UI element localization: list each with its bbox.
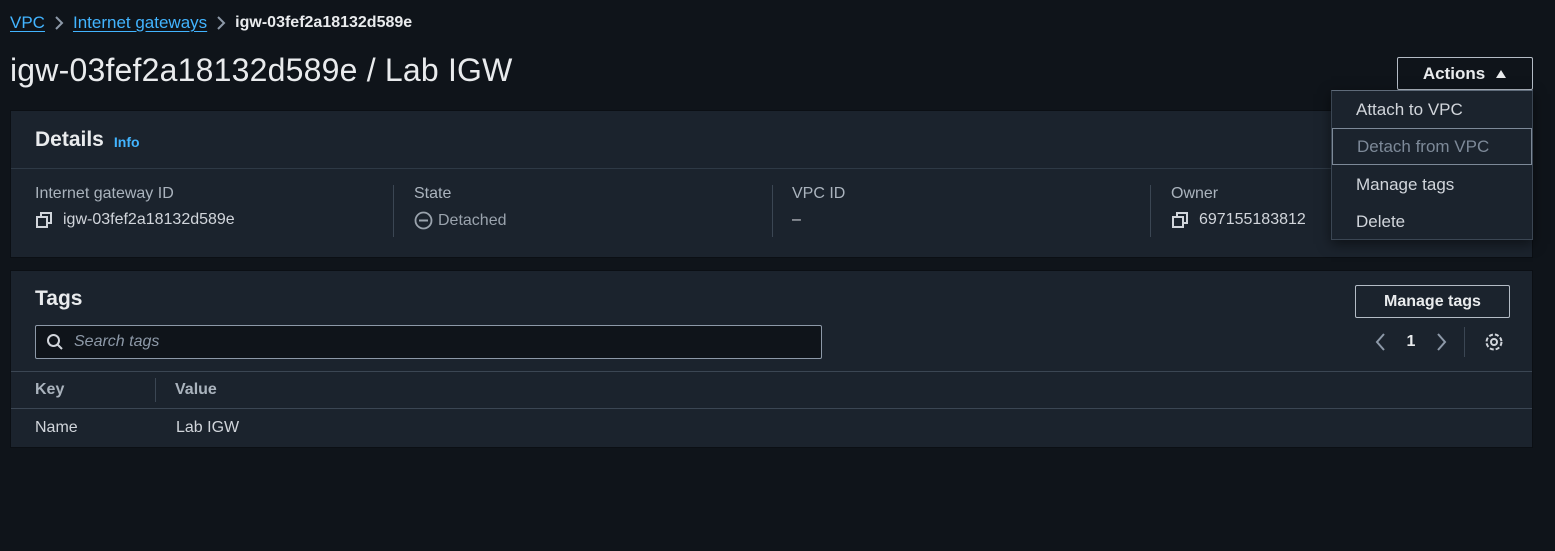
detail-divider — [772, 185, 773, 237]
detail-value: 697155183812 — [1171, 211, 1306, 229]
details-title: Details — [35, 127, 104, 151]
tags-panel: Tags Manage tags 1 Key Value Name Lab IG… — [10, 270, 1533, 448]
breadcrumb: VPC Internet gateways igw-03fef2a18132d5… — [10, 12, 412, 34]
actions-dropdown-menu: Attach to VPC Detach from VPC Manage tag… — [1331, 90, 1533, 240]
column-header-value[interactable]: Value — [156, 381, 217, 399]
table-header: Key Value — [11, 371, 1532, 409]
tags-title: Tags — [35, 287, 83, 310]
detail-value: – — [792, 211, 845, 229]
details-header: Details Info — [11, 111, 1532, 169]
owner-value: 697155183812 — [1199, 211, 1306, 228]
breadcrumb-vpc-link[interactable]: VPC — [10, 13, 45, 33]
actions-button[interactable]: Actions — [1397, 57, 1533, 90]
info-link[interactable]: Info — [114, 134, 140, 150]
tag-key: Name — [35, 419, 78, 436]
detail-value: Detached — [414, 211, 507, 230]
detail-label: Owner — [1171, 185, 1219, 202]
vpc-id-value: – — [792, 211, 801, 228]
menu-item-manage-tags[interactable]: Manage tags — [1332, 166, 1532, 203]
detail-divider — [393, 185, 394, 237]
search-tags-input[interactable] — [74, 333, 821, 351]
chevron-left-icon[interactable] — [1366, 327, 1394, 357]
chevron-right-icon — [207, 12, 235, 34]
details-panel: Details Info Internet gateway ID igw-03f… — [10, 110, 1533, 258]
search-icon — [47, 334, 63, 350]
pager-divider — [1464, 327, 1465, 357]
detail-state: State Detached — [414, 185, 507, 237]
details-grid: Internet gateway ID igw-03fef2a18132d589… — [11, 169, 1532, 258]
detail-vpc-id: VPC ID – — [792, 185, 845, 237]
caret-up-icon — [1495, 64, 1507, 84]
state-value: Detached — [438, 211, 507, 229]
gear-icon[interactable] — [1481, 329, 1507, 355]
chevron-right-icon[interactable] — [1428, 327, 1456, 357]
menu-item-delete[interactable]: Delete — [1332, 203, 1532, 240]
menu-item-detach-from-vpc: Detach from VPC — [1332, 128, 1532, 165]
actions-button-label: Actions — [1422, 63, 1486, 83]
copy-icon[interactable] — [35, 211, 53, 229]
manage-tags-button[interactable]: Manage tags — [1355, 285, 1510, 318]
detail-owner: Owner 697155183812 — [1171, 185, 1306, 237]
detail-label: Internet gateway ID — [35, 185, 174, 202]
breadcrumb-internet-gateways-link[interactable]: Internet gateways — [73, 13, 207, 33]
page-number[interactable]: 1 — [1394, 333, 1428, 351]
page-title: igw-03fef2a18132d589e / Lab IGW — [10, 52, 513, 88]
breadcrumb-current: igw-03fef2a18132d589e — [235, 14, 413, 31]
copy-icon[interactable] — [1171, 211, 1189, 229]
chevron-right-icon — [45, 12, 73, 34]
column-header-key[interactable]: Key — [11, 378, 156, 402]
tag-value: Lab IGW — [176, 419, 240, 436]
internet-gateway-id-value: igw-03fef2a18132d589e — [63, 211, 235, 228]
search-tags-box — [35, 325, 822, 359]
table-row: Name Lab IGW — [11, 409, 1532, 447]
detail-label: VPC ID — [792, 185, 846, 202]
detail-label: State — [414, 185, 452, 202]
detail-value: igw-03fef2a18132d589e — [35, 211, 235, 229]
minus-circle-icon — [414, 211, 433, 230]
detail-divider — [1150, 185, 1151, 237]
pagination: 1 — [1366, 327, 1465, 357]
detail-internet-gateway-id: Internet gateway ID igw-03fef2a18132d589… — [35, 185, 235, 237]
menu-item-attach-to-vpc[interactable]: Attach to VPC — [1332, 91, 1532, 128]
